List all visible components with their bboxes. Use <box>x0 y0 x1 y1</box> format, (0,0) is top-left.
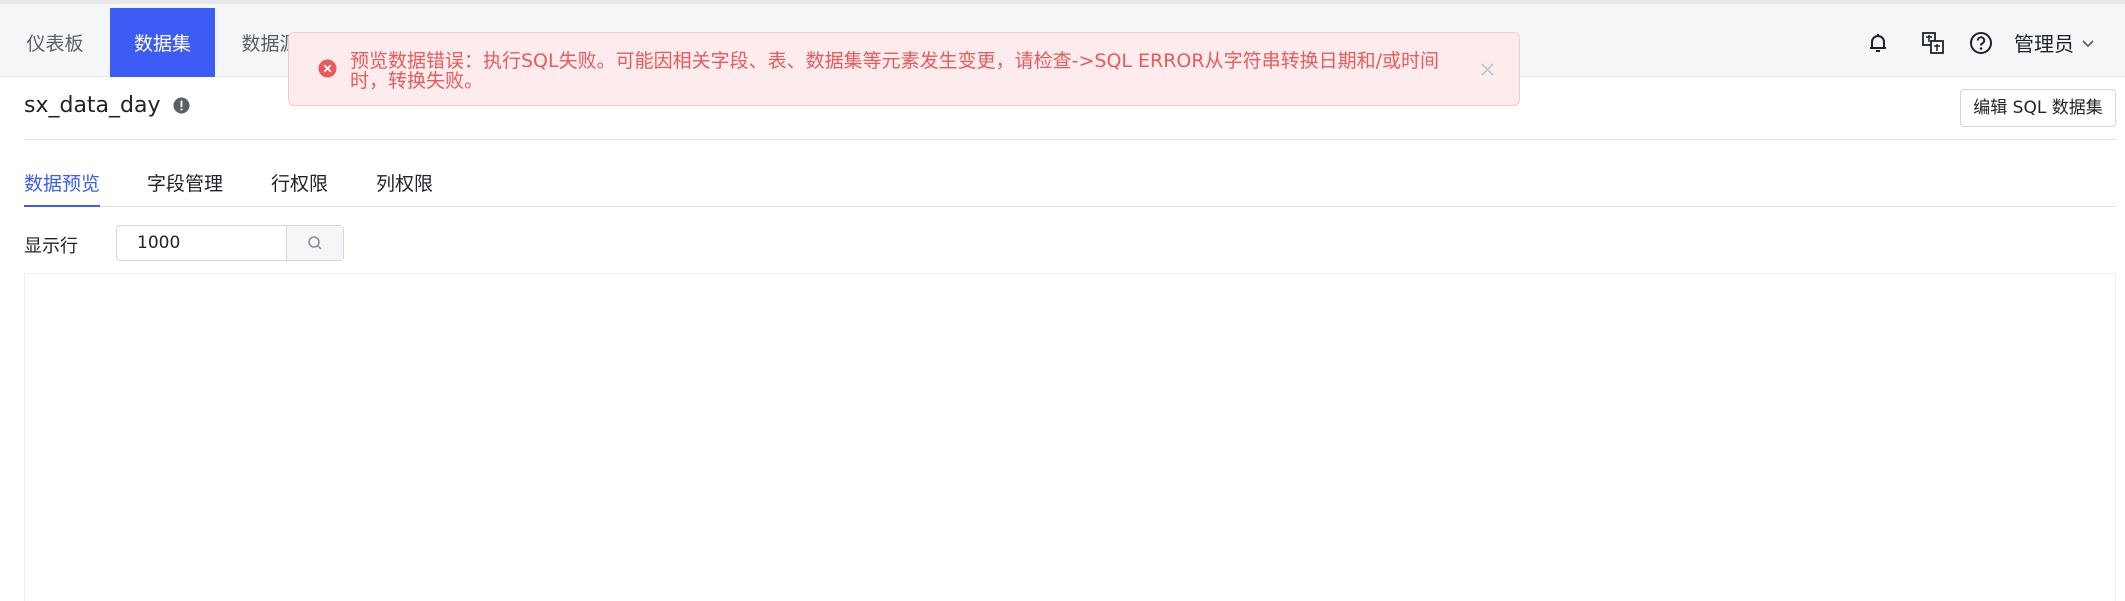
tab-field-management[interactable]: 字段管理 <box>147 169 223 207</box>
user-name: 管理员 <box>2014 32 2074 56</box>
search-icon <box>307 235 323 251</box>
dataset-title: sx_data_day <box>24 93 190 118</box>
data-preview-table-area <box>24 273 2116 601</box>
tab-column-permission[interactable]: 列权限 <box>376 169 433 207</box>
user-menu[interactable]: 管理员 <box>2014 28 2074 57</box>
nav-tab-dashboard[interactable]: 仪表板 <box>0 8 110 81</box>
edit-sql-dataset-label: 编辑 SQL 数据集 <box>1973 98 2103 118</box>
nav-tab-dataset[interactable]: 数据集 <box>110 8 215 81</box>
help-icon[interactable] <box>1968 30 1994 56</box>
divider <box>24 139 2116 140</box>
dataset-name: sx_data_day <box>24 93 161 118</box>
rows-input[interactable] <box>117 226 286 260</box>
nav-right-tools: 管理员 <box>1866 4 2096 81</box>
info-icon[interactable] <box>173 97 190 114</box>
dataset-tabs: 数据预览 字段管理 行权限 列权限 <box>24 169 2116 207</box>
tab-row-permission[interactable]: 行权限 <box>271 169 328 207</box>
close-icon[interactable] <box>1479 61 1496 78</box>
error-alert: 预览数据错误：执行SQL失败。可能因相关字段、表、数据集等元素发生变更，请检查-… <box>288 32 1520 106</box>
tab-label: 列权限 <box>376 173 434 195</box>
bell-icon[interactable] <box>1866 31 1890 55</box>
translate-icon[interactable] <box>1920 30 1946 56</box>
rows-label: 显示行 <box>24 236 78 257</box>
edit-sql-dataset-button[interactable]: 编辑 SQL 数据集 <box>1960 89 2116 127</box>
chevron-down-icon[interactable] <box>2080 35 2096 51</box>
rows-input-group <box>116 225 344 261</box>
tab-label: 数据预览 <box>24 173 101 195</box>
nav-tab-label: 仪表板 <box>26 33 84 55</box>
tab-label: 字段管理 <box>147 173 224 195</box>
error-icon <box>318 59 337 78</box>
rows-search-button[interactable] <box>286 226 343 260</box>
error-message: 预览数据错误：执行SQL失败。可能因相关字段、表、数据集等元素发生变更，请检查-… <box>350 50 1439 92</box>
dataset-detail-panel: sx_data_day 编辑 SQL 数据集 数据预览 字段管理 行权限 列权限… <box>0 77 2125 601</box>
tab-data-preview[interactable]: 数据预览 <box>24 169 101 207</box>
tab-label: 行权限 <box>271 173 329 195</box>
nav-tab-label: 数据集 <box>133 33 191 55</box>
